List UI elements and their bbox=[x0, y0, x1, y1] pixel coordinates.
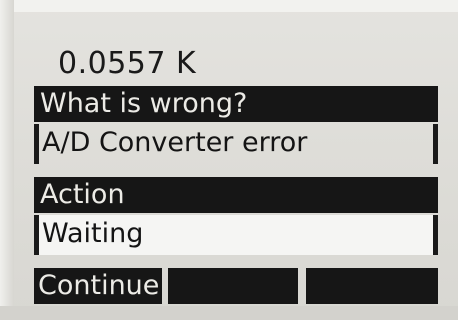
screen-bottom-edge bbox=[0, 306, 458, 320]
measured-value: 0.0557 K bbox=[58, 46, 197, 81]
softkey-bar: Continue bbox=[34, 268, 438, 304]
question-header: What is wrong? bbox=[34, 86, 438, 122]
action-status: Waiting bbox=[34, 215, 438, 255]
continue-softkey[interactable]: Continue bbox=[34, 268, 162, 304]
action-header: Action bbox=[34, 177, 438, 213]
softkey-2[interactable] bbox=[168, 268, 298, 304]
screen-bezel-top bbox=[0, 0, 458, 12]
error-description: A/D Converter error bbox=[34, 124, 438, 164]
screen-bezel-left bbox=[0, 0, 14, 320]
softkey-3[interactable] bbox=[306, 268, 438, 304]
lcd-screen: 0.0557 K What is wrong? A/D Converter er… bbox=[0, 0, 458, 320]
